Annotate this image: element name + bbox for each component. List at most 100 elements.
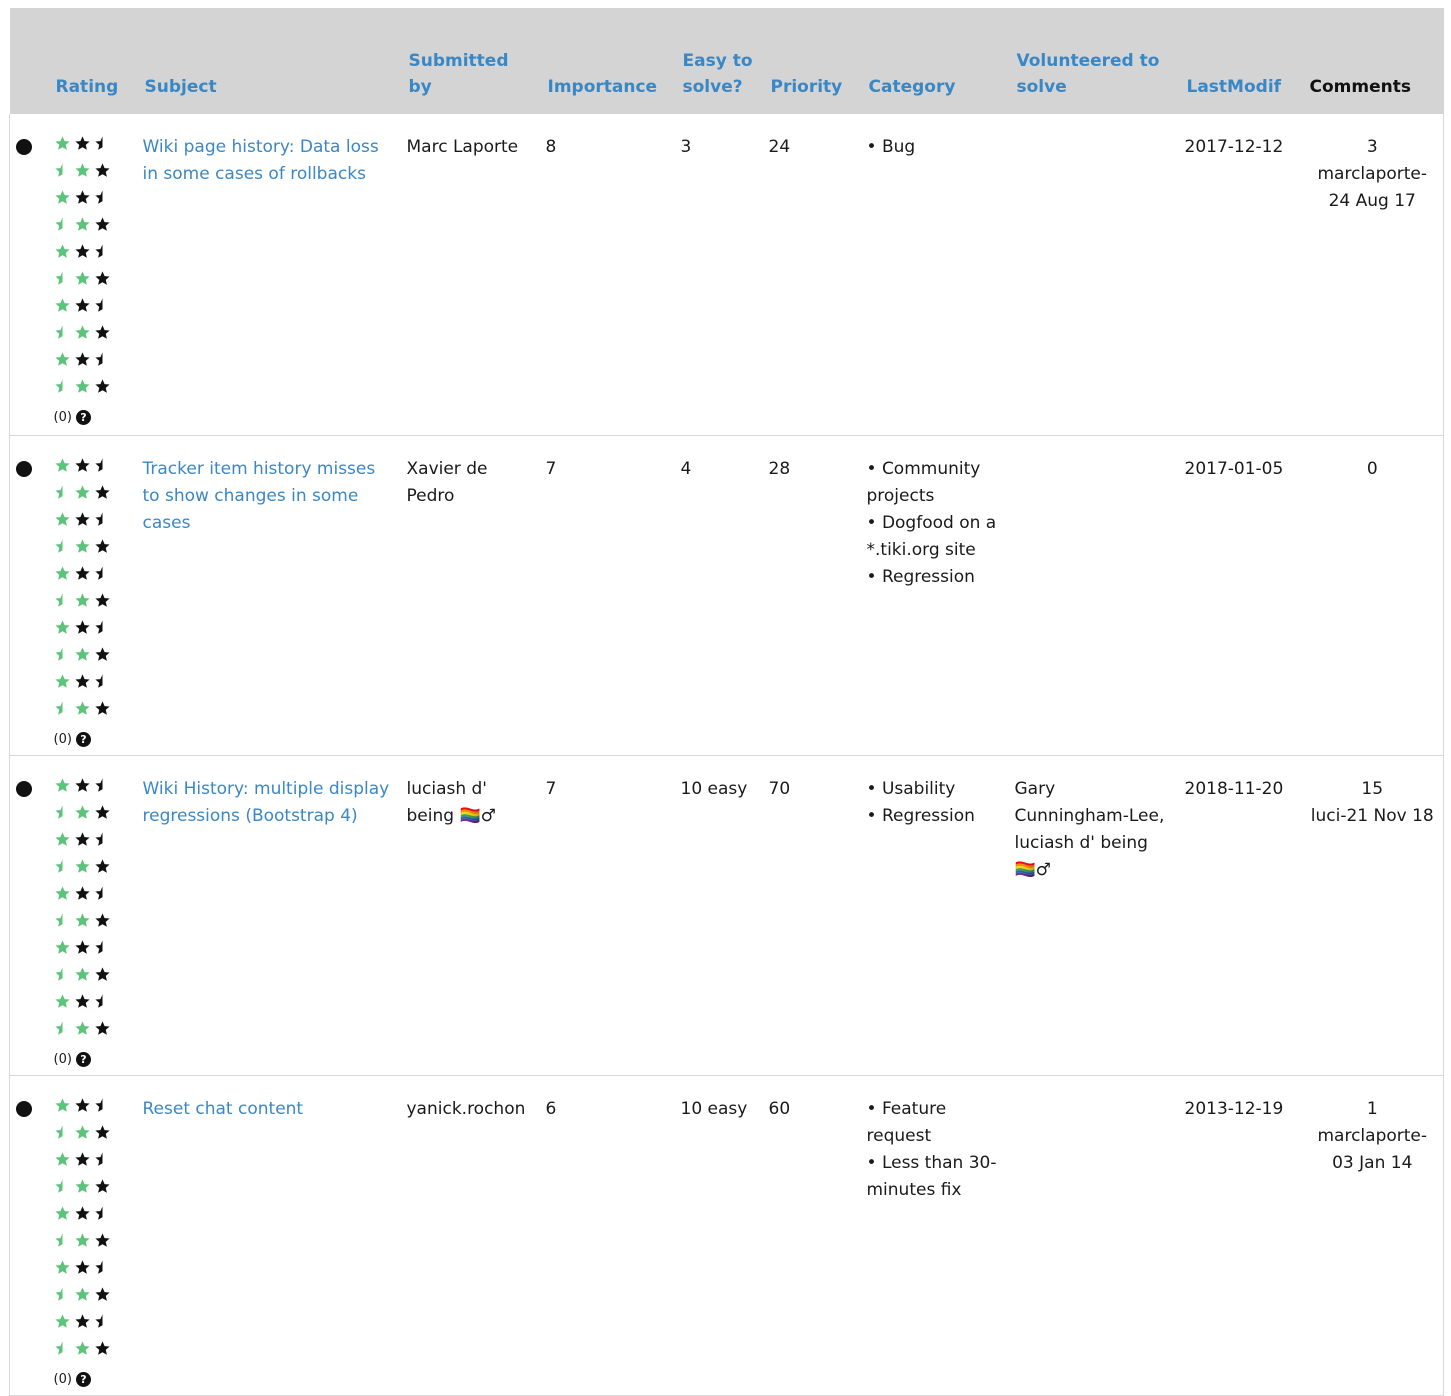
star-icon	[74, 537, 91, 564]
question-circle-icon[interactable]: ?	[75, 410, 91, 425]
star-icon	[54, 1258, 71, 1285]
question-circle-icon[interactable]: ?	[75, 1371, 91, 1387]
star-icon	[54, 483, 71, 510]
rating-option[interactable]	[54, 992, 131, 1019]
subject-link[interactable]: Wiki History: multiple display regressio…	[143, 779, 390, 826]
rating-count: (0)?	[54, 404, 131, 431]
rating-option[interactable]	[54, 1339, 131, 1366]
star-icon	[54, 323, 71, 350]
sort-category-link[interactable]: Category	[869, 77, 956, 97]
importance-cell: 6	[539, 1075, 675, 1396]
rating-option[interactable]	[54, 591, 131, 618]
sort-easy-link[interactable]: Easy to solve?	[683, 51, 753, 97]
subject-link[interactable]: Tracker item history misses to show chan…	[143, 459, 376, 533]
rating-option[interactable]	[54, 188, 131, 215]
star-icon	[54, 591, 71, 618]
sort-lastmodif-link[interactable]: LastModif	[1187, 77, 1282, 97]
easy-to-solve-cell: 10 easy	[674, 755, 763, 1076]
sort-volunteered-link[interactable]: Volunteered to solve	[1017, 51, 1160, 97]
header-importance[interactable]: Importance	[539, 8, 675, 114]
rating-option[interactable]	[54, 1019, 131, 1046]
header-easy[interactable]: Easy to solve?	[674, 8, 763, 114]
rating-option[interactable]	[54, 884, 131, 911]
rating-option[interactable]	[54, 1285, 131, 1312]
table-row: (0)? Wiki page history: Data loss in some…	[9, 114, 1444, 436]
rating-option[interactable]	[54, 564, 131, 591]
sort-importance-link[interactable]: Importance	[548, 77, 658, 97]
subject-link[interactable]: Wiki page history: Data loss in some cas…	[143, 137, 379, 184]
rating-option[interactable]	[54, 269, 131, 296]
question-circle-icon[interactable]: ?	[75, 1051, 91, 1067]
rating-option[interactable]	[54, 323, 131, 350]
sort-rating-link[interactable]: Rating	[56, 77, 119, 97]
star-icon	[54, 672, 71, 699]
rating-option[interactable]	[54, 965, 131, 992]
question-circle-icon[interactable]: ?	[75, 731, 91, 747]
star-icon	[94, 618, 111, 645]
subject-link[interactable]: Reset chat content	[143, 1099, 304, 1119]
rating-option[interactable]	[54, 377, 131, 404]
submitted-by: Marc Laporte	[406, 137, 519, 157]
star-icon	[94, 857, 111, 884]
rating-option[interactable]	[54, 672, 131, 699]
rating-option[interactable]	[54, 803, 131, 830]
rating-option[interactable]	[54, 776, 131, 803]
star-icon	[94, 161, 111, 188]
rating-count: (0)?	[54, 1046, 131, 1073]
rating-option[interactable]	[54, 1123, 131, 1150]
star-icon	[54, 537, 71, 564]
header-category[interactable]: Category	[860, 8, 1009, 114]
header-priority[interactable]: Priority	[762, 8, 861, 114]
rating-option[interactable]	[54, 1258, 131, 1285]
rating-option[interactable]	[54, 938, 131, 965]
rating-option[interactable]	[54, 1312, 131, 1339]
rating-option[interactable]	[54, 456, 131, 483]
rating-option[interactable]	[54, 1204, 131, 1231]
sort-subject-link[interactable]: Subject	[145, 77, 217, 97]
category-cell: Community projectsDogfood on a *.tiki.or…	[860, 435, 1009, 756]
rating-option[interactable]	[54, 1150, 131, 1177]
rating-option[interactable]	[54, 242, 131, 269]
rating-option[interactable]	[54, 857, 131, 884]
rating-option[interactable]	[54, 1096, 131, 1123]
rating-option[interactable]	[54, 618, 131, 645]
sort-priority-link[interactable]: Priority	[771, 77, 843, 97]
rating-option[interactable]	[54, 134, 131, 161]
header-subject[interactable]: Subject	[136, 8, 401, 114]
star-icon	[74, 483, 91, 510]
rating-option[interactable]	[54, 537, 131, 564]
star-icon	[94, 591, 111, 618]
star-icon	[74, 377, 91, 404]
lastmodif-cell: 2018-11-20	[1178, 755, 1302, 1076]
importance-cell: 8	[539, 114, 675, 436]
category-list: Feature requestLess than 30-minutes fix	[867, 1096, 1003, 1204]
rating-stars: (0)?	[54, 134, 131, 431]
category-cell: Feature requestLess than 30-minutes fix	[860, 1075, 1009, 1396]
priority-cell: 60	[762, 1075, 861, 1396]
category-item: Feature request	[867, 1096, 1003, 1150]
table-row: (0)? Reset chat content yanick.rochon 6 10 e…	[9, 1075, 1444, 1396]
sort-submitted-link[interactable]: Submitted by	[409, 51, 509, 97]
rating-option[interactable]	[54, 161, 131, 188]
rating-option[interactable]	[54, 911, 131, 938]
header-volunteered[interactable]: Volunteered to solve	[1008, 8, 1179, 114]
rating-option[interactable]	[54, 645, 131, 672]
star-icon	[74, 1339, 91, 1366]
rating-option[interactable]	[54, 510, 131, 537]
rating-cell: (0)?	[47, 1075, 137, 1396]
comments-last: marclaporte-03 Jan 14	[1317, 1125, 1428, 1173]
star-icon	[54, 884, 71, 911]
rating-option[interactable]	[54, 1177, 131, 1204]
header-submitted[interactable]: Submitted by	[400, 8, 540, 114]
rating-option[interactable]	[54, 830, 131, 857]
header-lastmodif[interactable]: LastModif	[1178, 8, 1302, 114]
rating-option[interactable]	[54, 699, 131, 726]
rating-option[interactable]	[54, 350, 131, 377]
rating-option[interactable]	[54, 483, 131, 510]
rating-option[interactable]	[54, 1231, 131, 1258]
rating-option[interactable]	[54, 296, 131, 323]
header-rating[interactable]: Rating	[47, 8, 137, 114]
row-bullet-cell	[9, 114, 48, 436]
rating-option[interactable]	[54, 215, 131, 242]
star-icon	[94, 1150, 111, 1177]
